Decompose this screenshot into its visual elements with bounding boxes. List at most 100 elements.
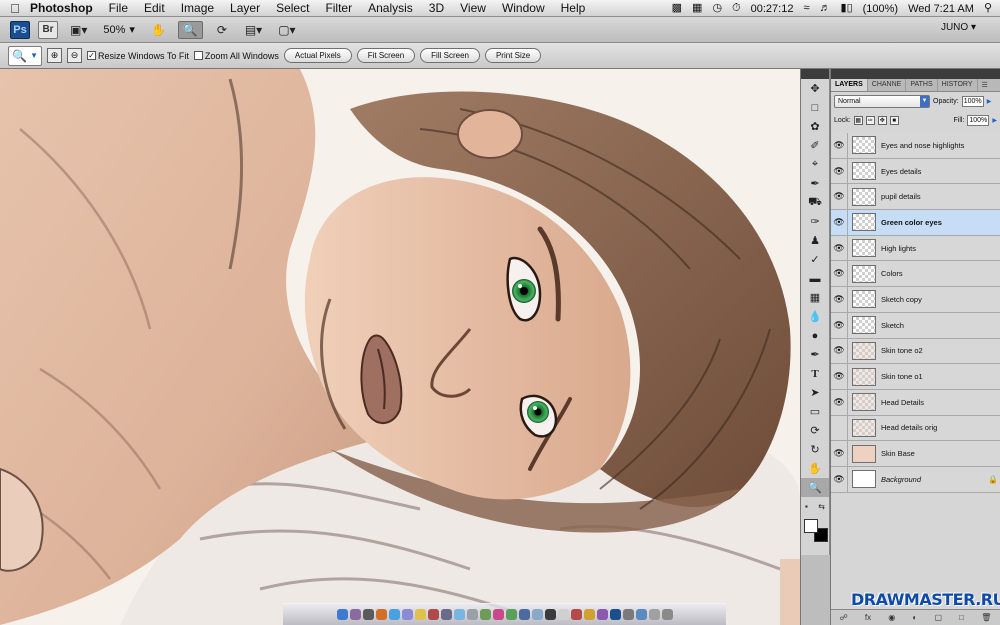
visibility-eye-icon[interactable]: 👁 bbox=[831, 133, 848, 158]
menu-view[interactable]: View bbox=[460, 1, 486, 15]
spaces-icon[interactable]: ▦ bbox=[692, 3, 702, 14]
apple-menu-icon[interactable]:  bbox=[0, 1, 30, 16]
menu-filter[interactable]: Filter bbox=[325, 1, 352, 15]
screen-mode-button[interactable]: ▢▾ bbox=[274, 21, 299, 39]
menu-layer[interactable]: Layer bbox=[230, 1, 260, 15]
layer-row[interactable]: 👁 Skin tone o2 bbox=[831, 338, 1000, 365]
visibility-eye-icon[interactable]: 👁 bbox=[831, 158, 848, 184]
spotlight-icon[interactable]: ⚲ bbox=[984, 3, 992, 14]
visibility-eye-icon[interactable]: 👁 bbox=[831, 441, 848, 466]
menu-help[interactable]: Help bbox=[561, 1, 586, 15]
new-group-icon[interactable]: ▢ bbox=[934, 613, 942, 622]
layer-row[interactable]: 👁 High lights bbox=[831, 235, 1000, 262]
trash-icon[interactable] bbox=[661, 609, 673, 620]
fill-screen-button[interactable]: Fill Screen bbox=[420, 48, 480, 63]
visibility-eye-icon[interactable]: 👁 bbox=[831, 389, 848, 415]
3d-orbit-tool[interactable]: ↻ bbox=[801, 440, 829, 459]
app-menu[interactable]: Photoshop bbox=[30, 1, 93, 15]
fill-stepper-icon[interactable]: ▶ bbox=[992, 117, 997, 124]
messenger-icon[interactable] bbox=[414, 609, 426, 620]
tool-preset-picker[interactable]: 🔍 ▼ bbox=[8, 45, 42, 66]
move-tool[interactable]: ✥ bbox=[801, 79, 829, 98]
visibility-toggle-off[interactable] bbox=[831, 415, 848, 441]
terminal-icon[interactable] bbox=[544, 609, 556, 620]
tab-paths[interactable]: PATHS bbox=[906, 79, 938, 91]
zoom-out-button[interactable]: ⊖ bbox=[67, 48, 82, 63]
finder-icon[interactable] bbox=[336, 609, 348, 620]
menu-analysis[interactable]: Analysis bbox=[368, 1, 413, 15]
tab-layers[interactable]: LAYERS bbox=[831, 79, 868, 91]
layer-row[interactable]: 👁 Skin Base bbox=[831, 441, 1000, 467]
hand-tool-button[interactable]: ✋ bbox=[147, 21, 170, 39]
layer-row[interactable]: 👁 pupil details bbox=[831, 184, 1000, 211]
quick-select-tool[interactable]: ✐ bbox=[801, 136, 829, 155]
adjustment-layer-icon[interactable]: ◐ bbox=[912, 613, 917, 622]
layer-row-background[interactable]: 👁 Background 🔒 bbox=[831, 466, 1000, 493]
visibility-eye-icon[interactable]: 👁 bbox=[831, 287, 848, 312]
menu-select[interactable]: Select bbox=[276, 1, 309, 15]
battery-icon[interactable]: ▮▯ bbox=[841, 3, 853, 14]
address-book-icon[interactable] bbox=[440, 609, 452, 620]
dodge-tool[interactable]: ● bbox=[801, 326, 829, 345]
crop-tool[interactable]: ⌖ bbox=[801, 155, 829, 174]
zoom-in-button[interactable]: ⊕ bbox=[47, 48, 62, 63]
menu-file[interactable]: File bbox=[109, 1, 128, 15]
chat-app-icon[interactable] bbox=[401, 609, 413, 620]
dashboard-icon[interactable] bbox=[349, 609, 361, 620]
layers-panel-grip[interactable] bbox=[831, 69, 1000, 79]
menu-window[interactable]: Window bbox=[502, 1, 545, 15]
flash-app-icon[interactable] bbox=[583, 609, 595, 620]
media-app-icon[interactable] bbox=[570, 609, 582, 620]
itunes-icon[interactable] bbox=[453, 609, 465, 620]
opacity-stepper-icon[interactable]: ▶ bbox=[987, 98, 992, 105]
visibility-eye-icon[interactable]: 👁 bbox=[831, 184, 848, 210]
layer-row[interactable]: 👁 Sketch bbox=[831, 312, 1000, 339]
rotate-view-button[interactable]: ⟳ bbox=[211, 21, 233, 39]
layer-row[interactable]: 👁 Sketch copy bbox=[831, 287, 1000, 313]
system-app-icon[interactable] bbox=[362, 609, 374, 620]
healing-brush-tool[interactable]: ⛟ bbox=[801, 193, 829, 212]
actual-pixels-button[interactable]: Actual Pixels bbox=[283, 48, 352, 63]
layer-row[interactable]: 👁 Colors bbox=[831, 261, 1000, 288]
document-canvas[interactable] bbox=[0, 69, 800, 625]
delete-layer-icon[interactable]: 🗑 bbox=[981, 613, 991, 622]
visibility-eye-icon[interactable]: 👁 bbox=[831, 235, 848, 261]
layer-row[interactable]: 👁 Skin tone o1 bbox=[831, 364, 1000, 390]
3d-rotate-tool[interactable]: ⟳ bbox=[801, 421, 829, 440]
utility-app-icon[interactable] bbox=[466, 609, 478, 620]
new-layer-icon[interactable]: □ bbox=[959, 613, 964, 622]
zoom-tool[interactable]: 🔍 bbox=[801, 478, 829, 497]
arrange-documents-button[interactable]: ▤▾ bbox=[241, 21, 266, 39]
zoom-level-select[interactable]: 50% ▾ bbox=[99, 23, 139, 37]
layer-row[interactable]: 👁 Eyes and nose highlights bbox=[831, 133, 1000, 159]
visibility-eye-icon[interactable]: 👁 bbox=[831, 338, 848, 364]
clone-stamp-tool[interactable]: ♟ bbox=[801, 231, 829, 250]
bridge-button[interactable]: Br bbox=[38, 20, 58, 39]
tab-channels[interactable]: CHANNE bbox=[868, 79, 907, 91]
layer-row[interactable]: 👁 Head Details bbox=[831, 389, 1000, 416]
shape-tool[interactable]: ▭ bbox=[801, 402, 829, 421]
menu-image[interactable]: Image bbox=[181, 1, 214, 15]
menu-extra-icon[interactable]: ▩ bbox=[672, 3, 682, 14]
visibility-eye-icon[interactable]: 👁 bbox=[831, 261, 848, 287]
system-prefs-icon[interactable] bbox=[531, 609, 543, 620]
lock-image-icon[interactable]: ✑ bbox=[865, 116, 875, 125]
menu-edit[interactable]: Edit bbox=[144, 1, 165, 15]
lasso-tool[interactable]: ✿ bbox=[801, 117, 829, 136]
preview-icon[interactable] bbox=[479, 609, 491, 620]
illustrator-app-icon[interactable] bbox=[596, 609, 608, 620]
blend-mode-select[interactable]: Normal ▼ bbox=[834, 95, 930, 108]
print-size-button[interactable]: Print Size bbox=[484, 48, 542, 63]
lock-all-icon[interactable]: ■ bbox=[889, 116, 899, 125]
volume-icon[interactable]: ♬ bbox=[820, 3, 831, 14]
lock-position-icon[interactable]: ✥ bbox=[877, 116, 887, 125]
bridge-dock-icon[interactable] bbox=[622, 609, 634, 620]
menu-3d[interactable]: 3D bbox=[429, 1, 444, 15]
type-tool[interactable]: T bbox=[801, 364, 829, 383]
panel-menu-button[interactable]: ☰ bbox=[978, 79, 992, 91]
default-colors-button[interactable]: ▪ ⇆ bbox=[801, 497, 829, 516]
visibility-eye-icon[interactable]: 👁 bbox=[831, 466, 848, 492]
opacity-field[interactable]: 100% bbox=[961, 96, 984, 107]
visibility-eye-icon[interactable]: 👁 bbox=[831, 312, 848, 338]
downloads-stack-icon[interactable] bbox=[635, 609, 647, 620]
